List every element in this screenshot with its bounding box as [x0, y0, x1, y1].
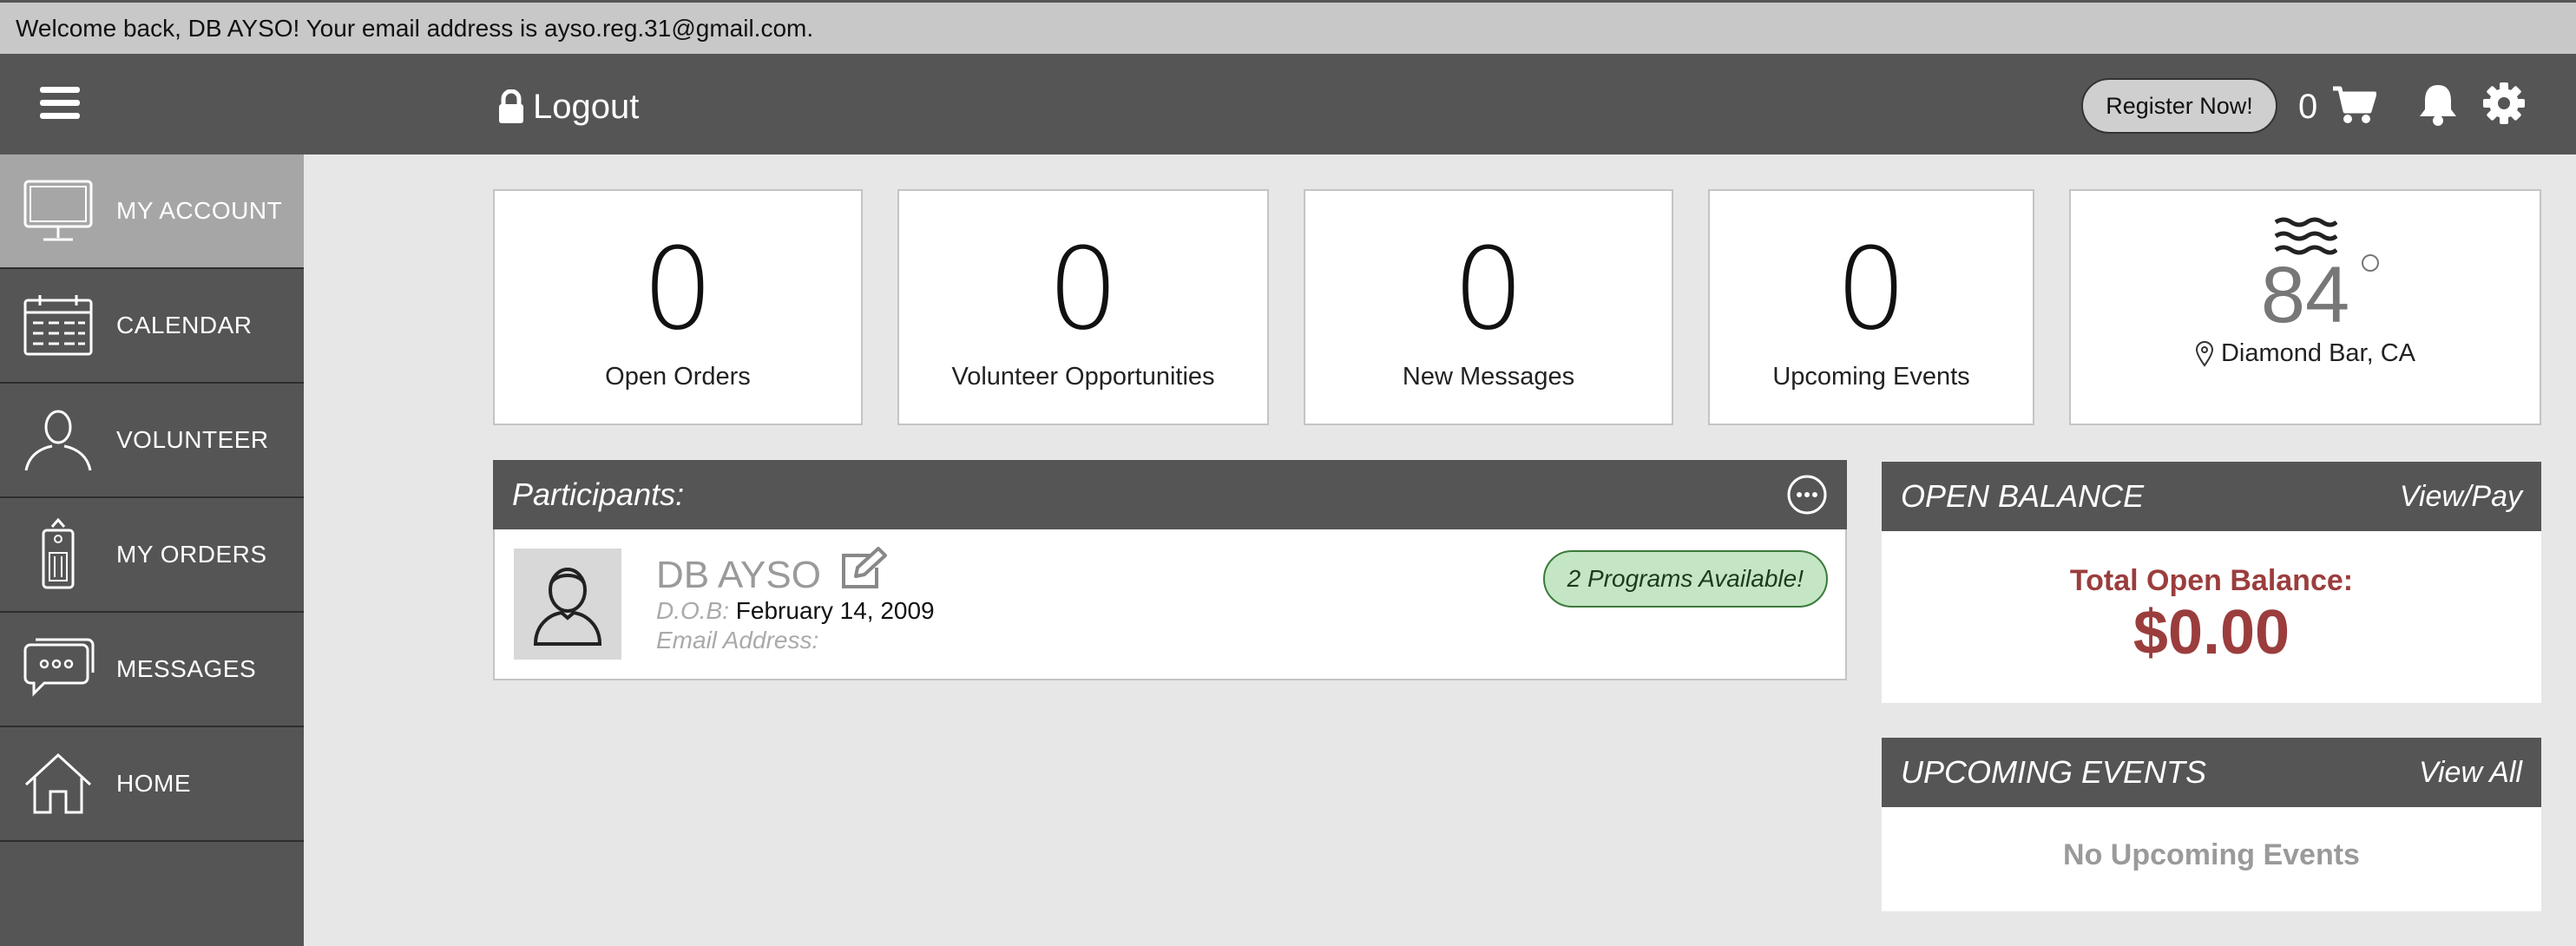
sidebar-item-volunteer[interactable]: VOLUNTEER: [0, 384, 304, 498]
stat-label: Open Orders: [605, 363, 751, 391]
stat-label: New Messages: [1402, 363, 1575, 391]
participant-name[interactable]: DB AYSO: [656, 554, 821, 597]
stat-card-new-messages[interactable]: 0 New Messages: [1304, 189, 1673, 425]
email-label: Email Address:: [656, 627, 819, 654]
weather-card: 84 Diamond Bar, CA: [2069, 189, 2541, 425]
avatar: [514, 549, 621, 660]
stat-value: 0: [1835, 223, 1908, 355]
welcome-banner: Welcome back, DB AYSO! Your email addres…: [0, 0, 2576, 56]
chat-icon: [23, 638, 95, 697]
logout-button[interactable]: Logout: [498, 85, 639, 128]
home-icon: [24, 752, 92, 814]
sidebar-item-messages[interactable]: MESSAGES: [0, 613, 304, 727]
upcoming-events-panel: No Upcoming Events: [1882, 807, 2541, 911]
register-now-button[interactable]: Register Now!: [2081, 78, 2277, 134]
programs-available-badge[interactable]: 2 Programs Available!: [1542, 550, 1828, 608]
stat-label: Volunteer Opportunities: [951, 363, 1215, 391]
cart-icon[interactable]: [2331, 83, 2376, 125]
participants-header: Participants:: [493, 460, 1847, 529]
gear-icon[interactable]: [2482, 82, 2526, 125]
map-pin-icon: [2195, 340, 2213, 367]
upcoming-events-title: UPCOMING EVENTS: [1901, 754, 2207, 790]
upcoming-events-header: UPCOMING EVENTS View All: [1882, 738, 2541, 807]
total-open-balance-label: Total Open Balance:: [2069, 564, 2354, 597]
open-balance-panel: Total Open Balance: $0.00: [1882, 531, 2541, 703]
sidebar-item-label: MY ACCOUNT: [116, 197, 283, 224]
sidebar-item-home[interactable]: HOME: [0, 727, 304, 842]
top-header: Logout Register Now! 0: [0, 56, 2576, 154]
sidebar-item-label: HOME: [116, 770, 191, 797]
sidebar-item-label: MESSAGES: [116, 655, 257, 682]
weather-location: Diamond Bar, CA: [2071, 339, 2540, 368]
stat-value: 0: [641, 223, 714, 355]
sidebar-item-calendar[interactable]: CALENDAR: [0, 269, 304, 384]
stat-value: 0: [1452, 223, 1525, 355]
sidebar-item-label: VOLUNTEER: [116, 426, 269, 453]
more-options-icon[interactable]: [1786, 474, 1828, 516]
hamburger-menu-icon[interactable]: [40, 87, 80, 122]
dob-label: D.O.B:: [656, 597, 730, 624]
monitor-icon: [23, 180, 93, 241]
sidebar-item-my-orders[interactable]: MY ORDERS: [0, 498, 304, 613]
tag-icon: [42, 518, 75, 589]
avatar-person-icon: [533, 568, 602, 646]
weather-temperature: 84: [2261, 254, 2380, 335]
stat-label: Upcoming Events: [1772, 363, 1970, 391]
calendar-icon: [23, 295, 93, 356]
stat-card-volunteer-opportunities[interactable]: 0 Volunteer Opportunities: [897, 189, 1269, 425]
open-balance-title: OPEN BALANCE: [1901, 478, 2145, 514]
dob-value: February 14, 2009: [735, 597, 935, 624]
open-balance-header: OPEN BALANCE View/Pay: [1882, 462, 2541, 531]
sidebar-item-label: MY ORDERS: [116, 541, 267, 568]
stat-value: 0: [1047, 223, 1120, 355]
participants-title: Participants:: [512, 476, 685, 512]
cart-count: 0: [2298, 88, 2318, 126]
bell-icon[interactable]: [2418, 82, 2458, 127]
sidebar-item-my-account[interactable]: MY ACCOUNT: [0, 154, 304, 269]
logout-label: Logout: [533, 87, 640, 126]
stat-card-upcoming-events[interactable]: 0 Upcoming Events: [1708, 189, 2034, 425]
sidebar: MY ACCOUNT CALENDAR VOLUNTEER MY ORDERS …: [0, 154, 304, 946]
no-upcoming-events-text: No Upcoming Events: [2063, 838, 2360, 871]
stat-card-open-orders[interactable]: 0 Open Orders: [493, 189, 863, 425]
view-all-link[interactable]: View All: [2419, 756, 2522, 790]
lock-icon: [499, 89, 523, 123]
total-open-balance-amount: $0.00: [2132, 598, 2290, 667]
sidebar-item-label: CALENDAR: [116, 312, 253, 338]
person-icon: [24, 410, 92, 471]
participant-dob: D.O.B: February 14, 2009: [656, 597, 935, 625]
view-pay-link[interactable]: View/Pay: [2400, 480, 2522, 514]
edit-icon[interactable]: [838, 547, 889, 590]
participant-email: Email Address:: [656, 627, 818, 654]
participant-row: DB AYSO D.O.B: February 14, 2009 Email A…: [493, 529, 1847, 680]
